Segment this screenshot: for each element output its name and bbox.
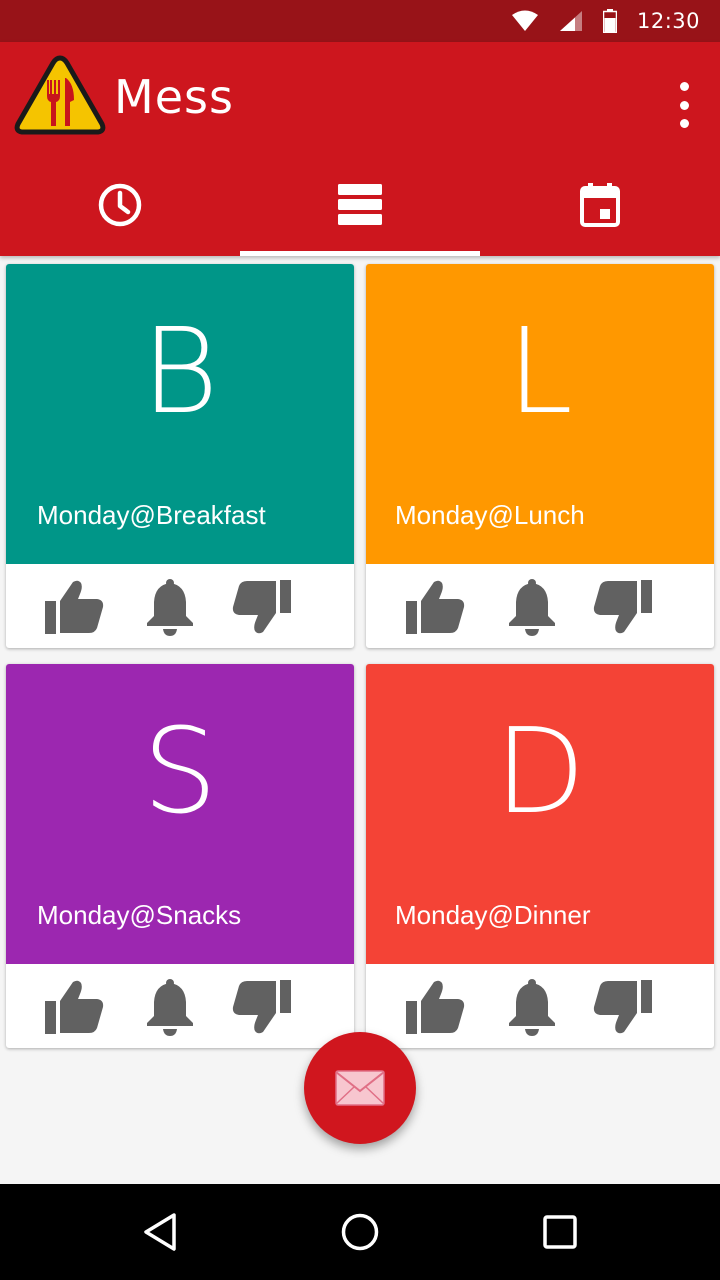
meal-initial: L — [507, 302, 573, 440]
meal-card-lunch[interactable]: L Monday@Lunch — [366, 264, 714, 648]
meal-initial: S — [142, 702, 218, 840]
recents-icon — [543, 1215, 577, 1249]
tab-history[interactable] — [0, 162, 240, 256]
thumbs-up-icon — [45, 980, 104, 1034]
meal-label: Monday@Dinner — [395, 900, 591, 930]
home-icon — [341, 1213, 379, 1251]
meal-card-header[interactable]: B Monday@Breakfast — [6, 264, 354, 564]
meal-card-header[interactable]: D Monday@Dinner — [366, 664, 714, 964]
home-button[interactable] — [324, 1202, 396, 1262]
list-icon — [338, 184, 382, 225]
thumbs-down-icon — [593, 580, 652, 634]
dislike-button[interactable] — [591, 978, 653, 1036]
thumbs-up-icon — [406, 980, 465, 1034]
like-button[interactable] — [405, 978, 467, 1036]
meal-card-breakfast[interactable]: B Monday@Breakfast — [6, 264, 354, 648]
notify-button[interactable] — [501, 978, 563, 1036]
battery-icon — [602, 9, 617, 33]
meal-card-snacks[interactable]: S Monday@Snacks — [6, 664, 354, 1048]
app-bar: Mess — [0, 42, 720, 256]
thumbs-down-icon — [232, 980, 291, 1034]
tab-calendar[interactable] — [480, 162, 720, 256]
dislike-button[interactable] — [230, 578, 292, 636]
card-actions — [366, 564, 714, 648]
fork-knife-warning-icon — [14, 55, 106, 135]
calendar-icon — [580, 183, 620, 227]
meal-label: Monday@Lunch — [395, 500, 585, 530]
status-time: 12:30 — [636, 9, 700, 33]
system-nav-bar — [0, 1184, 720, 1280]
tab-bar — [0, 162, 720, 256]
cell-signal-icon — [559, 11, 582, 31]
meal-card-header[interactable]: S Monday@Snacks — [6, 664, 354, 964]
status-bar: 12:30 — [0, 0, 720, 42]
like-button[interactable] — [405, 578, 467, 636]
dislike-button[interactable] — [591, 578, 653, 636]
card-actions — [6, 564, 354, 648]
feedback-fab-button[interactable] — [304, 1032, 416, 1144]
dislike-button[interactable] — [230, 978, 292, 1036]
tab-menu[interactable] — [240, 162, 480, 256]
notify-button[interactable] — [501, 578, 563, 636]
more-vert-icon[interactable] — [674, 82, 694, 128]
bell-icon — [509, 979, 555, 1036]
bell-icon — [509, 579, 555, 636]
recents-button[interactable] — [524, 1202, 596, 1262]
notify-button[interactable] — [139, 978, 201, 1036]
like-button[interactable] — [44, 578, 106, 636]
bell-icon — [147, 579, 193, 636]
back-button[interactable] — [124, 1202, 196, 1262]
wifi-icon — [511, 10, 538, 31]
bell-icon — [147, 979, 193, 1036]
like-button[interactable] — [44, 978, 106, 1036]
clock-icon — [98, 183, 142, 227]
meal-initial: B — [141, 302, 219, 440]
thumbs-up-icon — [406, 580, 465, 634]
app-title: Mess — [114, 70, 234, 124]
card-actions — [366, 964, 714, 1048]
back-icon — [144, 1213, 176, 1251]
card-actions — [6, 964, 354, 1048]
thumbs-up-icon — [45, 580, 104, 634]
meal-card-header[interactable]: L Monday@Lunch — [366, 264, 714, 564]
thumbs-down-icon — [593, 980, 652, 1034]
notify-button[interactable] — [139, 578, 201, 636]
thumbs-down-icon — [232, 580, 291, 634]
meal-card-dinner[interactable]: D Monday@Dinner — [366, 664, 714, 1048]
meal-label: Monday@Breakfast — [37, 500, 266, 530]
meal-label: Monday@Snacks — [37, 900, 242, 930]
mail-icon — [335, 1070, 385, 1106]
meal-initial: D — [494, 702, 586, 840]
